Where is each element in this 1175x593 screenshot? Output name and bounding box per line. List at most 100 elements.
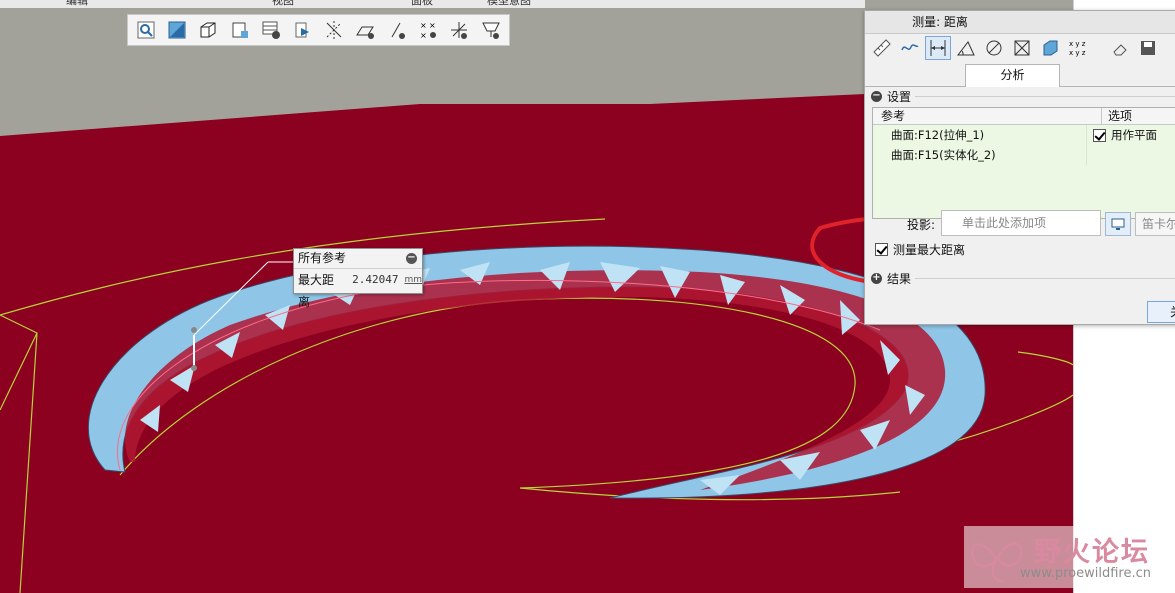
transform-icon: x y zx y z (1069, 40, 1086, 57)
appearance-button[interactable] (257, 17, 286, 43)
column-header-option: 选项 (1108, 109, 1133, 123)
volume-icon (1043, 40, 1058, 56)
svg-text:x y z: x y z (1069, 49, 1086, 57)
reference-cell[interactable]: 曲面:F15(实体化_2) (873, 145, 1087, 165)
angle-icon (956, 41, 975, 56)
table-header: 参考 选项 (873, 108, 1175, 125)
watermark-url: www.proewildfire.cn (1020, 566, 1151, 581)
angle-tool[interactable] (953, 36, 979, 60)
axis-display-icon (326, 21, 342, 39)
area-icon (1014, 40, 1030, 56)
max-distance-row[interactable]: 测量最大距离 (875, 241, 965, 258)
refit-icon (168, 21, 186, 39)
menu-item[interactable]: 面板 (411, 0, 433, 8)
callout-header: 所有参考 − (294, 249, 422, 269)
curve-icon (901, 44, 919, 51)
watermark: 野火论坛 www.proewildfire.cn (964, 526, 1175, 588)
dialog-title: 测量: 距离 (865, 11, 1175, 34)
callout-title: 所有参考 (298, 251, 347, 265)
plane-display-icon (356, 26, 375, 39)
max-distance-label: 测量最大距离 (893, 243, 966, 257)
distance-icon (930, 40, 946, 56)
diameter-icon (986, 40, 1002, 56)
callout-body: 最大距离 2.42047 mm (294, 269, 422, 309)
column-header-ref: 参考 (873, 108, 1102, 124)
axis-display-button[interactable] (319, 17, 348, 43)
save-icon (1141, 41, 1155, 55)
measure-type-toolbar: x y zx y z (865, 34, 1175, 62)
menu-item[interactable]: 模型意图 (487, 0, 531, 8)
collapse-icon[interactable]: − (406, 253, 417, 264)
saved-views-icon (232, 22, 248, 38)
saved-views-button[interactable] (225, 17, 254, 43)
zoom-icon (137, 21, 154, 39)
measure-dialog: 测量: 距离 x y zx y z 分析 − 设置 参考 选项 曲面:F12(拉… (864, 10, 1175, 325)
table-row[interactable]: 曲面:F15(实体化_2) (873, 145, 1175, 165)
projection-view-button[interactable] (1105, 212, 1131, 236)
point-display-icon (391, 22, 405, 39)
csys-display-icon (451, 22, 468, 39)
eraser-icon (1113, 44, 1127, 56)
view-toolbar: × × × (127, 14, 510, 46)
expand-icon: + (871, 272, 882, 284)
menu-item[interactable]: 编辑 (66, 0, 88, 8)
use-as-plane-checkbox[interactable] (1093, 128, 1106, 142)
diameter-tool[interactable] (981, 36, 1007, 60)
transform-tool[interactable]: x y zx y z (1065, 36, 1091, 60)
point-display-button[interactable] (382, 17, 411, 43)
length-tool[interactable] (869, 36, 895, 60)
table-row[interactable]: 曲面:F12(拉伸_1) 用作平面 (873, 125, 1175, 145)
max-distance-checkbox[interactable] (875, 243, 888, 256)
save-tool[interactable] (1135, 36, 1161, 60)
settings-label: 设置 (887, 90, 912, 104)
dialog-tabs: 分析 (865, 62, 1175, 87)
csys-display-button[interactable]: × × × (414, 17, 443, 43)
results-label: 结果 (887, 272, 912, 286)
divider (915, 96, 1175, 97)
option-label: 用作平面 (1111, 128, 1157, 142)
callout-label: 最大距离 (298, 273, 335, 309)
monitor-icon (1111, 218, 1125, 230)
distance-tool[interactable] (925, 36, 951, 60)
volume-tool[interactable] (1037, 36, 1063, 60)
coordinate-type-select[interactable]: 笛卡尔 (1135, 212, 1175, 236)
plane-display-button[interactable] (351, 17, 380, 43)
menu-item[interactable]: 视图 (272, 0, 294, 8)
zoom-button[interactable] (131, 17, 160, 43)
divider (915, 278, 1175, 279)
annotation-display-button[interactable] (476, 17, 505, 43)
svg-text:×: × (420, 21, 427, 30)
curve-tool[interactable] (897, 36, 923, 60)
svg-text:×: × (420, 31, 427, 40)
tab-analysis[interactable]: 分析 (965, 64, 1060, 87)
annotation-display-icon (481, 22, 500, 39)
projection-label: 投影: (907, 218, 936, 232)
reference-cell[interactable]: 曲面:F12(拉伸_1) (873, 125, 1087, 145)
close-button[interactable]: 关 (1147, 301, 1175, 323)
area-tool[interactable] (1009, 36, 1035, 60)
settings-section-header[interactable]: − 设置 (871, 88, 911, 105)
callout-value: 2.42047 (352, 273, 399, 286)
watermark-text: 野火论坛 (1034, 537, 1150, 568)
ruler-icon (873, 39, 891, 57)
svg-text:x y z: x y z (1069, 40, 1086, 48)
datum-plane-display-button[interactable] (288, 17, 317, 43)
coordinate-system-display-icon: × ×× (420, 21, 437, 40)
view-orientation-icon (200, 22, 216, 38)
view-orientation-button[interactable] (194, 17, 223, 43)
option-cell (1087, 145, 1093, 165)
collapse-icon: − (871, 90, 882, 102)
csys-axes-button[interactable] (445, 17, 474, 43)
results-section-header[interactable]: + 结果 (871, 270, 911, 287)
appearance-icon (262, 21, 281, 39)
callout-unit[interactable]: mm (404, 269, 422, 291)
eraser-tool[interactable] (1107, 36, 1133, 60)
measurement-callout[interactable]: 所有参考 − 最大距离 2.42047 mm (293, 248, 423, 309)
refit-button[interactable] (162, 17, 191, 43)
datum-plane-display-icon (295, 22, 310, 38)
svg-text:×: × (429, 21, 436, 30)
option-cell: 用作平面 (1087, 125, 1157, 145)
references-table: 参考 选项 曲面:F12(拉伸_1) 用作平面 曲面:F15(实体化_2) (872, 107, 1175, 219)
butterfly-logo-icon (971, 542, 1023, 582)
projection-collector[interactable]: 单击此处添加项 (941, 210, 1101, 236)
